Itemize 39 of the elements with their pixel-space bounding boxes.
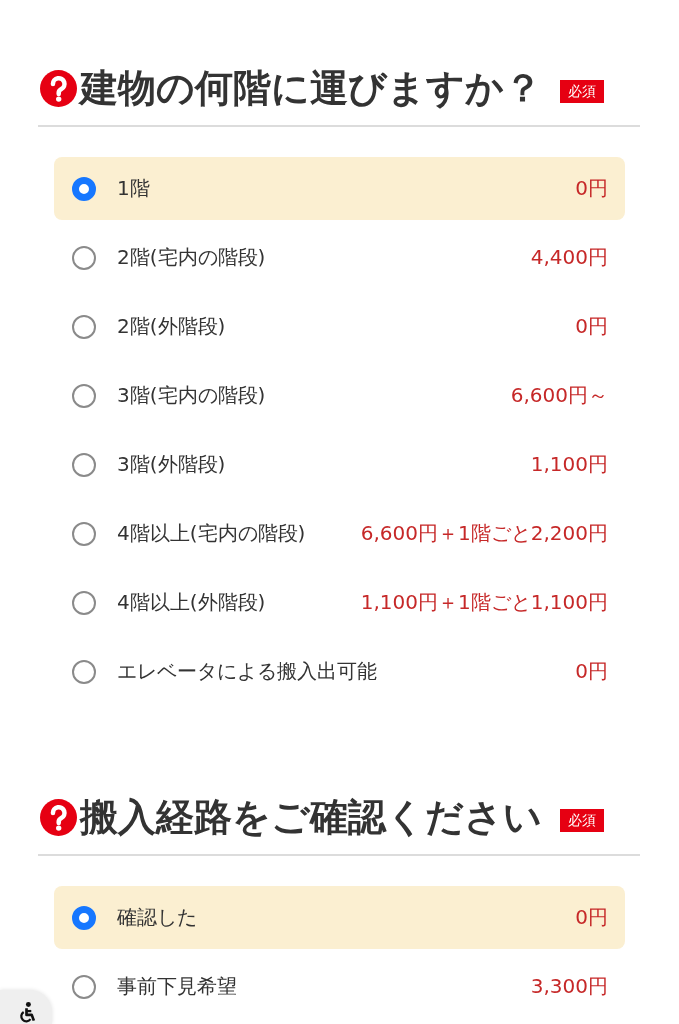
option-label: 4階以上(宅内の階段) (117, 520, 306, 547)
option-label: 2階(外階段) (117, 313, 226, 340)
radio-button[interactable] (72, 659, 96, 684)
option-label: エレベータによる搬入出可能 (117, 658, 377, 685)
option-price: 6,600円～ (510, 382, 608, 409)
question-title: 建物の何階に運びますか？ (80, 65, 542, 112)
selected-option-row[interactable]: 確認した 0円 (54, 886, 625, 949)
radio-button[interactable] (72, 590, 96, 615)
option-price: 0円 (575, 904, 608, 931)
option-price: 4,400円 (530, 244, 608, 271)
option-label: 3階(宅内の階段) (117, 382, 266, 409)
option-label: 確認した (117, 904, 197, 931)
radio-button[interactable] (72, 383, 96, 408)
option-label: 4階以上(外階段) (117, 589, 266, 616)
radio-button[interactable] (72, 905, 96, 930)
option-price: 0円 (575, 658, 608, 685)
radio-button[interactable] (72, 245, 96, 270)
help-icon (40, 69, 77, 107)
help-icon (40, 798, 77, 836)
required-badge: 必須 (560, 808, 604, 832)
radio-button[interactable] (72, 314, 96, 339)
option-label: 3階(外階段) (117, 451, 226, 478)
accessibility-button[interactable] (0, 990, 52, 1024)
radio-button[interactable] (72, 176, 96, 201)
option-price: 3,300円 (530, 973, 608, 1000)
question-title: 搬入経路をご確認ください (80, 794, 542, 841)
option-label: 2階(宅内の階段) (117, 244, 266, 271)
radio-button[interactable] (72, 521, 96, 546)
selected-option-row[interactable]: 1階 0円 (54, 157, 625, 220)
required-badge: 必須 (560, 79, 604, 103)
option-price: 0円 (575, 313, 608, 340)
radio-button[interactable] (72, 452, 96, 477)
option-label: 1階 (117, 175, 150, 202)
option-price: 1,100円 (530, 451, 608, 478)
option-price: 1,100円＋1階ごと1,100円 (360, 589, 608, 616)
radio-button[interactable] (72, 974, 96, 999)
option-price: 6,600円＋1階ごと2,200円 (360, 520, 608, 547)
option-price: 0円 (575, 175, 608, 202)
option-label: 事前下見希望 (117, 973, 237, 1000)
